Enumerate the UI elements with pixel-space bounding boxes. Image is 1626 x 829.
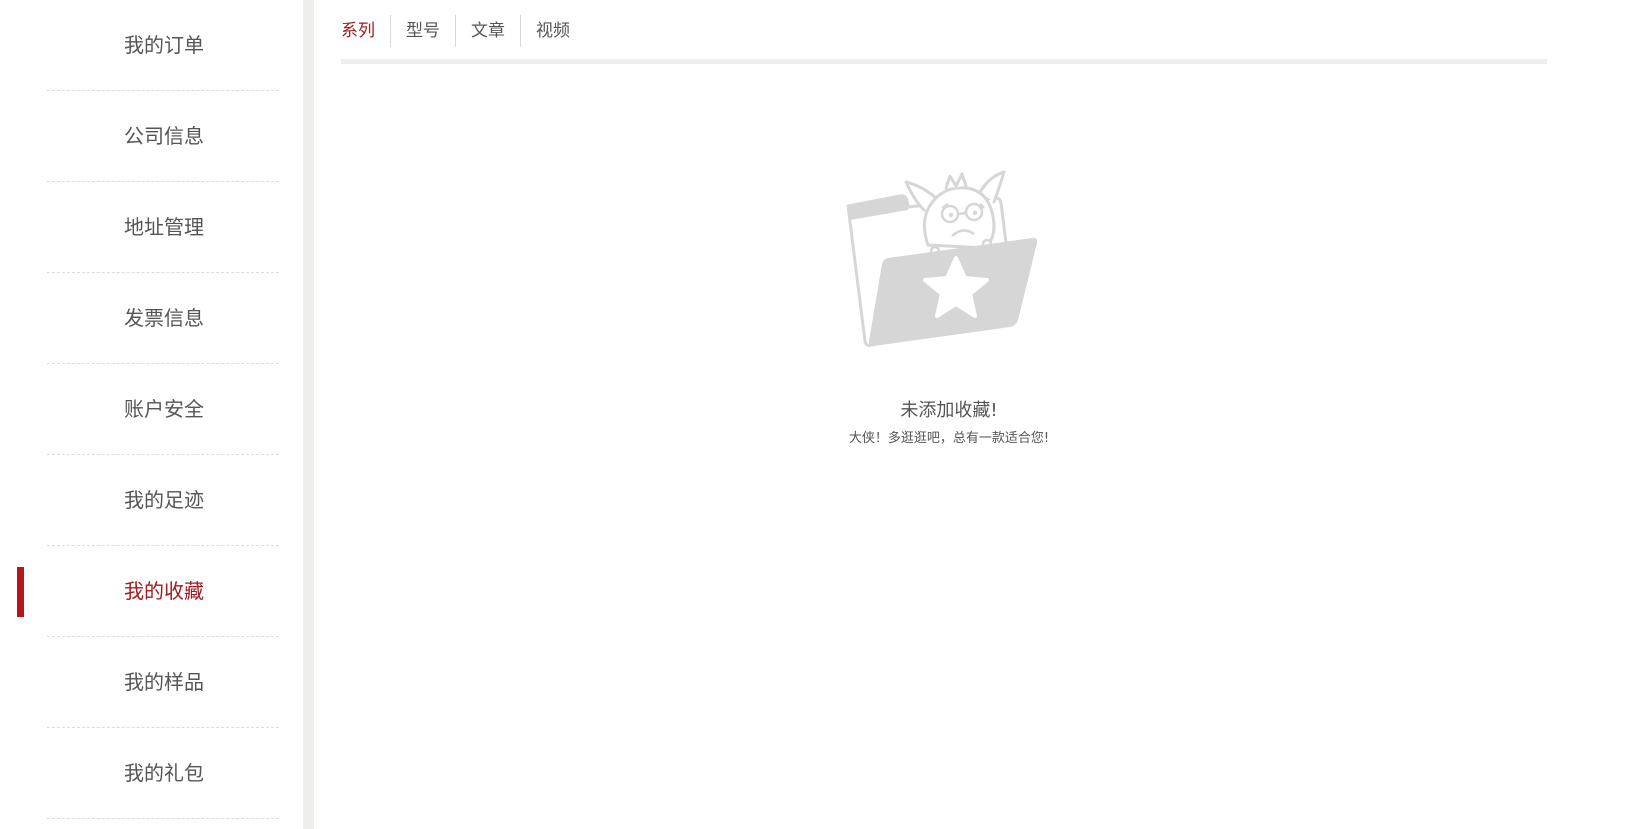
active-indicator — [17, 567, 24, 617]
empty-state-subtitle: 大侠！多逛逛吧，总有一款适合您! — [848, 431, 1050, 446]
tab-videos[interactable]: 视频 — [520, 15, 585, 47]
main-content: 系列 型号 文章 视频 未添加收藏! 大侠！多逛逛吧，总有一款适合您! — [314, 0, 1626, 829]
sidebar-item-footprints[interactable]: 我的足迹 — [47, 455, 279, 546]
sidebar-item-label: 我的礼包 — [124, 761, 204, 785]
sidebar-item-security[interactable]: 账户安全 — [47, 364, 279, 455]
favorites-tabs: 系列 型号 文章 视频 — [341, 15, 585, 47]
sidebar-item-label: 账户安全 — [124, 397, 204, 421]
sidebar-item-address[interactable]: 地址管理 — [47, 182, 279, 273]
sidebar-item-favorites[interactable]: 我的收藏 — [47, 546, 279, 637]
sidebar-item-orders[interactable]: 我的订单 — [47, 0, 279, 91]
sidebar-item-label: 我的收藏 — [124, 579, 204, 603]
empty-favorites-icon — [846, 170, 1038, 347]
sidebar-item-company-info[interactable]: 公司信息 — [47, 91, 279, 182]
sidebar-menu: 我的订单 公司信息 地址管理 发票信息 账户安全 我的足迹 我的收藏 我的样品 — [47, 0, 279, 819]
tab-series[interactable]: 系列 — [341, 15, 390, 47]
sidebar-item-label: 我的足迹 — [124, 488, 204, 512]
tab-articles[interactable]: 文章 — [455, 15, 520, 47]
sidebar-divider — [303, 0, 314, 829]
sidebar-item-label: 发票信息 — [124, 306, 204, 330]
sidebar-item-label: 地址管理 — [124, 215, 204, 239]
sidebar: 我的订单 公司信息 地址管理 发票信息 账户安全 我的足迹 我的收藏 我的样品 — [0, 0, 303, 829]
sidebar-item-gift-packs[interactable]: 我的礼包 — [47, 728, 279, 819]
tab-models[interactable]: 型号 — [390, 15, 455, 47]
sidebar-item-label: 我的订单 — [124, 33, 204, 57]
tabs-underline — [341, 59, 1547, 64]
sidebar-item-label: 我的样品 — [124, 670, 204, 694]
sidebar-item-samples[interactable]: 我的样品 — [47, 637, 279, 728]
empty-state-title: 未添加收藏! — [900, 400, 998, 421]
sidebar-item-invoice[interactable]: 发票信息 — [47, 273, 279, 364]
favorites-page: 我的订单 公司信息 地址管理 发票信息 账户安全 我的足迹 我的收藏 我的样品 — [0, 0, 1626, 829]
sidebar-item-label: 公司信息 — [124, 124, 204, 148]
